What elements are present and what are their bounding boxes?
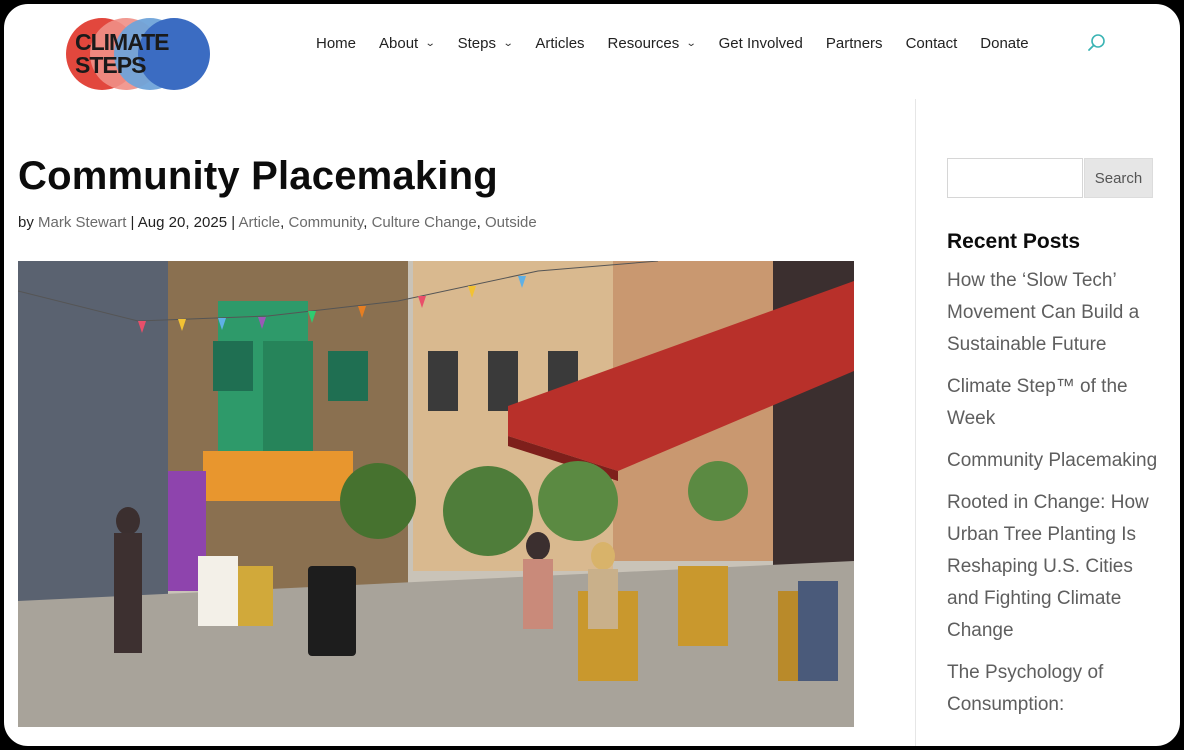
nav-articles[interactable]: Articles	[535, 35, 584, 52]
sidebar-divider	[915, 99, 916, 746]
nav-donate[interactable]: Donate	[980, 35, 1028, 52]
logo-text-line1: CLIMATE	[75, 29, 170, 55]
post-title: Community Placemaking	[18, 154, 498, 198]
author-link[interactable]: Mark Stewart	[38, 214, 126, 231]
category-link[interactable]: Community	[289, 214, 364, 231]
nav-about[interactable]: About ⌄	[379, 35, 436, 52]
chevron-down-icon: ⌄	[424, 37, 436, 49]
category-link[interactable]: Article	[238, 214, 280, 231]
recent-post-link[interactable]: The Psychology of Consumption:	[947, 657, 1162, 721]
chevron-down-icon: ⌄	[685, 37, 697, 49]
recent-posts-list: How the ‘Slow Tech’ Movement Can Build a…	[947, 265, 1162, 731]
by-label: by	[18, 214, 34, 231]
nav-resources[interactable]: Resources ⌄	[608, 35, 697, 52]
recent-posts-heading: Recent Posts	[947, 230, 1081, 253]
recent-post-link[interactable]: Climate Step™ of the Week	[947, 371, 1162, 435]
nav-partners[interactable]: Partners	[826, 35, 883, 52]
page-frame: CLIMATE STEPS Home About ⌄ Steps ⌄ Article…	[0, 0, 1184, 750]
nav-steps[interactable]: Steps ⌄	[458, 35, 514, 52]
logo-text-line2: STEPS	[75, 52, 146, 78]
post-meta: by Mark Stewart | Aug 20, 2025 | Article…	[18, 214, 537, 231]
featured-image	[18, 261, 854, 727]
nav-get-involved[interactable]: Get Involved	[719, 35, 803, 52]
category-link[interactable]: Outside	[485, 214, 537, 231]
recent-post-link[interactable]: Community Placemaking	[947, 445, 1162, 477]
nav-contact[interactable]: Contact	[906, 35, 958, 52]
chevron-down-icon: ⌄	[502, 37, 514, 49]
sidebar-search-input[interactable]	[947, 158, 1083, 198]
search-icon[interactable]	[1087, 33, 1107, 53]
site-logo[interactable]: CLIMATE STEPS	[66, 18, 214, 94]
recent-post-link[interactable]: Rooted in Change: How Urban Tree Plantin…	[947, 487, 1162, 647]
post-date: Aug 20, 2025	[137, 214, 228, 231]
recent-post-link[interactable]: How the ‘Slow Tech’ Movement Can Build a…	[947, 265, 1162, 361]
sidebar-search-button[interactable]: Search	[1084, 158, 1153, 198]
category-link[interactable]: Culture Change	[372, 214, 477, 231]
main-nav: Home About ⌄ Steps ⌄ Articles Resources ⌄ G…	[316, 29, 1052, 57]
nav-home[interactable]: Home	[316, 35, 356, 52]
